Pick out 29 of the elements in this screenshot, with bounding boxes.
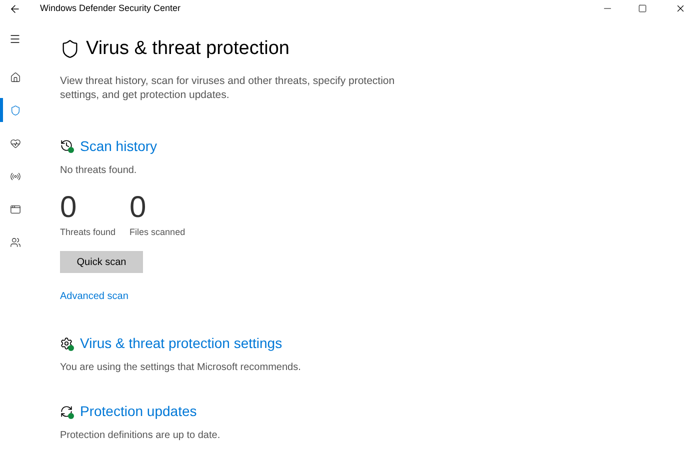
section-link[interactable]: Virus & threat protection settings — [80, 333, 282, 354]
section-status: No threats found. — [60, 164, 138, 178]
stat-value: 0 — [130, 192, 148, 224]
home-icon — [10, 72, 20, 82]
section-status: You are using the settings that Microsoft recommends. — [60, 361, 302, 375]
clock-icon — [60, 139, 74, 153]
section-status: Protection definitions are up to date. — [60, 429, 222, 443]
advanced-scan-link[interactable]: Advanced scan — [60, 291, 128, 302]
stat-value: 0 — [60, 192, 78, 224]
heart-icon — [10, 138, 20, 148]
page-description: View threat history, scan for viruses and other threats, specify protection settings, and get protection updates. — [60, 74, 396, 102]
maximize-icon — [638, 4, 647, 13]
quick-scan-button[interactable]: Quick scan — [60, 251, 143, 273]
close-icon — [674, 3, 686, 14]
gear-icon — [60, 336, 74, 350]
antenna-icon — [10, 170, 20, 182]
stat-label: Threats found — [60, 226, 116, 238]
section-link[interactable]: Scan history — [80, 136, 158, 156]
section-link[interactable]: Protection updates — [80, 401, 197, 422]
stat-label: Files scanned — [130, 226, 186, 238]
page-title: Virus & threat protection — [86, 37, 290, 61]
shield-icon — [10, 104, 20, 116]
back-arrow-icon — [9, 2, 21, 14]
window-title: Windows Defender Security Center — [40, 2, 181, 15]
people-icon — [10, 236, 20, 248]
menu-icon — [9, 33, 21, 45]
shield-icon — [60, 39, 80, 60]
window-icon — [10, 204, 20, 214]
refresh-icon — [60, 404, 74, 418]
